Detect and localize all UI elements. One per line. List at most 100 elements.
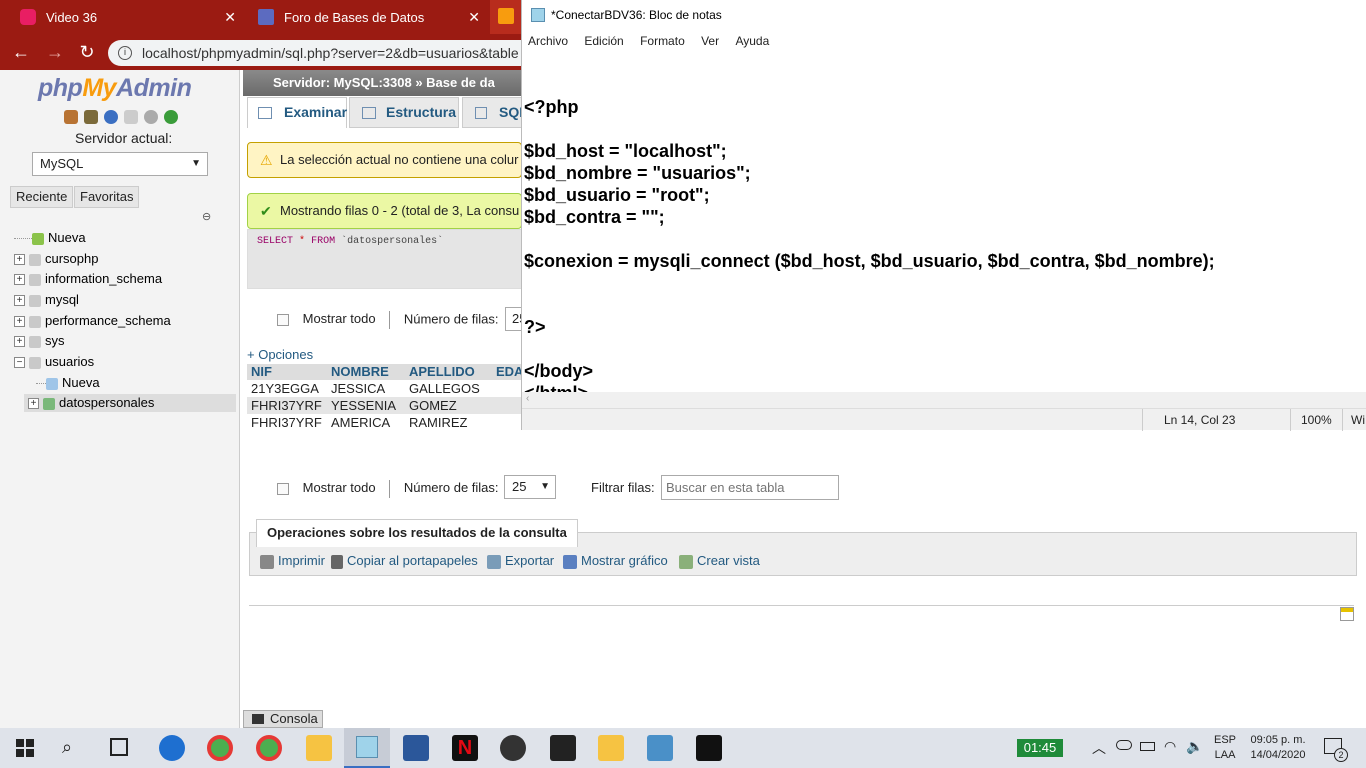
control-panel-icon[interactable] [647, 735, 673, 761]
tree-item-usuarios[interactable]: − usuarios [14, 353, 94, 371]
filter-label: Filtrar filas: [591, 480, 655, 495]
timer-display[interactable]: 01:45 [1017, 739, 1063, 757]
close-icon[interactable]: ✕ [224, 9, 236, 26]
chrome-icon[interactable] [256, 735, 282, 761]
cell: FHRI37YRF [251, 415, 322, 430]
wifi-icon[interactable]: ◠ [1164, 738, 1176, 755]
column-header-edad[interactable]: EDA [492, 364, 522, 380]
cloud-icon[interactable] [1116, 740, 1132, 750]
column-header-nif[interactable]: NIF [247, 364, 327, 380]
rows-select[interactable]: 25 ▼ [504, 475, 556, 499]
home-icon[interactable] [64, 110, 78, 124]
tree-item-new[interactable]: Nueva [14, 229, 86, 247]
scroll-left-icon[interactable]: ‹ [526, 393, 529, 404]
tab-sql[interactable]: SQL [462, 97, 522, 128]
display-chart-link[interactable]: Mostrar gráfico [563, 552, 668, 570]
browser-tab-active[interactable] [490, 0, 522, 34]
dropdown-icon: ▼ [540, 481, 550, 492]
browser-tab[interactable]: Foro de Bases de Datos ✕ [248, 0, 488, 34]
tree-item-cursophp[interactable]: + cursophp [14, 250, 98, 268]
show-all-checkbox[interactable] [277, 314, 289, 326]
exit-icon[interactable] [84, 110, 98, 124]
console-button[interactable]: Consola [243, 710, 323, 728]
tree-item-information-schema[interactable]: + information_schema [14, 270, 162, 288]
notepad-icon [356, 736, 378, 758]
volume-icon[interactable]: 🔈 [1186, 738, 1203, 755]
menu-archivo[interactable]: Archivo [528, 34, 568, 48]
chevron-up-icon[interactable]: ︿ [1092, 738, 1106, 758]
tab-recent[interactable]: Reciente [10, 186, 74, 208]
cell: GALLEGOS [409, 381, 480, 396]
tree-item-performance-schema[interactable]: + performance_schema [14, 312, 171, 330]
sticky-app-icon[interactable] [550, 735, 576, 761]
docs-icon[interactable] [124, 110, 138, 124]
edge-icon[interactable] [159, 735, 185, 761]
notepad-taskbar-button[interactable] [344, 728, 390, 768]
show-all-checkbox[interactable] [277, 482, 289, 495]
tab-structure[interactable]: Estructura [349, 97, 459, 128]
url-input[interactable]: i localhost/phpmyadmin/sql.php?server=2&… [108, 40, 522, 66]
battery-icon[interactable] [1140, 742, 1155, 751]
notepad-text-area[interactable]: <?php $bd_host = "localhost"; $bd_nombre… [522, 52, 1366, 392]
expand-icon: + [14, 295, 25, 307]
query-operations-title: Operaciones sobre los resultados de la c… [256, 519, 578, 547]
tab-browse[interactable]: Examinar [247, 97, 347, 128]
task-view-icon[interactable] [110, 738, 128, 756]
column-header-apellido[interactable]: APELLIDO [405, 364, 492, 380]
new-db-icon [32, 232, 44, 245]
page-settings-icon[interactable] [1340, 607, 1354, 621]
chrome-icon[interactable] [207, 735, 233, 761]
sql-icon [475, 107, 487, 119]
reload-icon[interactable]: ↻ [76, 42, 98, 62]
back-icon[interactable]: ← [10, 42, 32, 62]
filter-input[interactable] [661, 475, 839, 500]
export-link[interactable]: Exportar [487, 552, 554, 570]
tab-favorites[interactable]: Favoritas [74, 186, 140, 208]
browser-tab[interactable]: Video 36 ✕ [0, 0, 244, 34]
taskbar [0, 728, 1366, 768]
code-line: $bd_contra = ""; [524, 207, 665, 227]
tree-item-mysql[interactable]: + mysql [14, 291, 79, 309]
tree-item-datospersonales[interactable]: + datospersonales [24, 394, 236, 412]
info-icon: i [118, 46, 132, 60]
terminal-icon[interactable] [696, 735, 722, 761]
link-icon[interactable]: ⊖ [202, 210, 211, 223]
horizontal-scrollbar[interactable]: ‹ [522, 392, 1366, 408]
menu-ver[interactable]: Ver [701, 34, 719, 48]
menu-edicion[interactable]: Edición [584, 34, 623, 48]
refresh-icon[interactable] [164, 110, 178, 124]
options-link[interactable]: + Opciones [247, 347, 313, 362]
tree-item-sys[interactable]: + sys [14, 332, 65, 350]
help-icon[interactable] [104, 110, 118, 124]
server-select[interactable]: MySQL ▼ [32, 152, 208, 176]
print-link[interactable]: Imprimir [260, 552, 325, 570]
column-header-nombre[interactable]: NOMBRE [327, 364, 405, 380]
clock[interactable]: 09:05 p. m. 14/04/2020 [1246, 733, 1310, 763]
forward-icon[interactable]: → [44, 42, 66, 62]
search-icon[interactable]: ⌕ [62, 737, 72, 758]
tree-item-new-table[interactable]: Nueva [36, 374, 100, 392]
netflix-icon[interactable]: N [452, 735, 478, 761]
media-player-icon[interactable] [500, 735, 526, 761]
export-icon [487, 554, 501, 569]
close-icon[interactable]: ✕ [468, 9, 480, 26]
expand-icon: + [14, 316, 25, 328]
settings-icon[interactable] [144, 110, 158, 124]
file-explorer-icon[interactable] [306, 735, 332, 761]
server-select-value: MySQL [40, 156, 84, 171]
print-icon [260, 554, 274, 569]
language-indicator[interactable]: ESP LAA [1214, 733, 1236, 763]
folder-icon[interactable] [598, 735, 624, 761]
windows-start-icon[interactable] [16, 739, 34, 757]
notepad-titlebar[interactable]: *ConectarBDV36: Bloc de notas [521, 0, 1366, 30]
create-view-link[interactable]: Crear vista [679, 552, 760, 570]
phpmyadmin-logo[interactable]: phpMyAdmin [38, 74, 192, 103]
word-icon[interactable] [403, 735, 429, 761]
browse-icon [258, 107, 272, 119]
menu-ayuda[interactable]: Ayuda [735, 34, 769, 48]
breadcrumb[interactable]: Servidor: MySQL:3308 » Base de da [243, 70, 522, 96]
rows-select-top[interactable]: 25 [505, 307, 522, 331]
menu-formato[interactable]: Formato [640, 34, 685, 48]
copy-clipboard-link[interactable]: Copiar al portapapeles [331, 552, 478, 570]
